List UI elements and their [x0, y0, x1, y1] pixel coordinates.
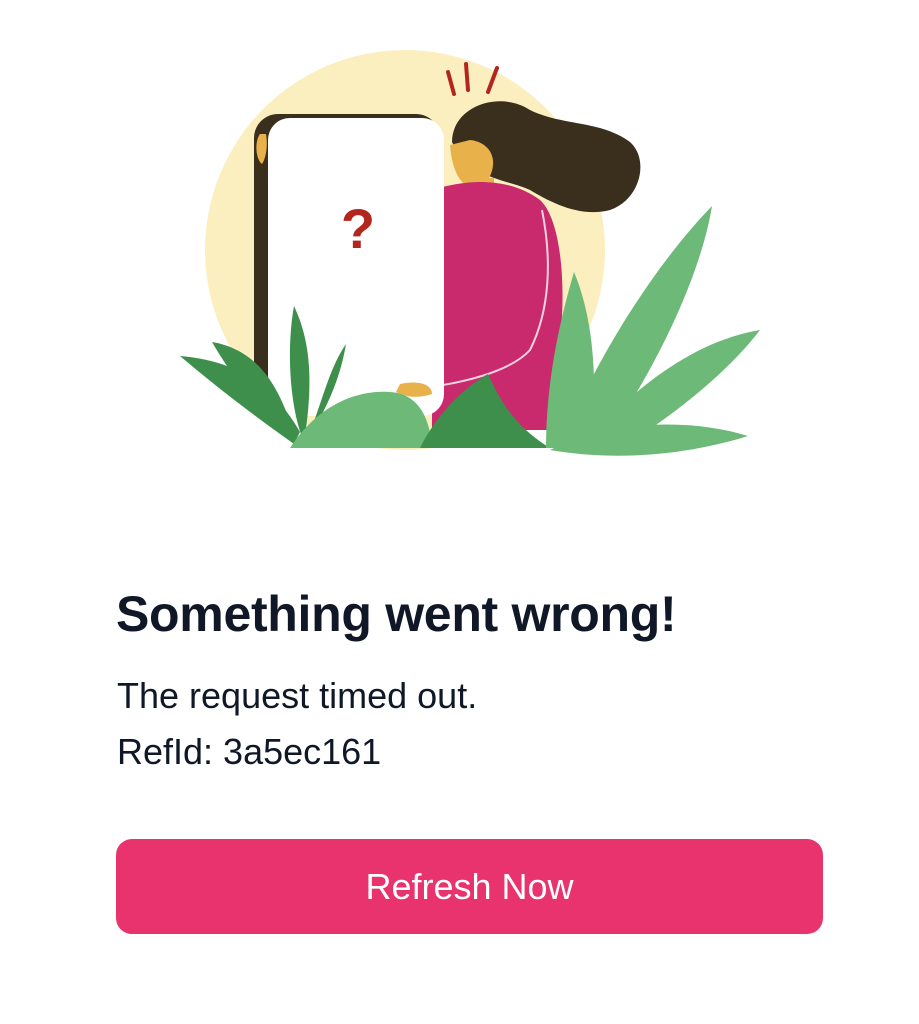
error-illustration: ? [170, 50, 780, 470]
question-mark-icon: ? [341, 197, 375, 260]
error-message: The request timed out. [117, 675, 478, 716]
error-title: Something went wrong! [116, 586, 677, 642]
woman-holding-phone-illustration: ? [180, 50, 760, 456]
refresh-now-button[interactable]: Refresh Now [116, 839, 823, 934]
reference-id: RefId: 3a5ec161 [117, 731, 382, 772]
error-page: ? Something went wrong! The request time… [0, 0, 919, 1024]
